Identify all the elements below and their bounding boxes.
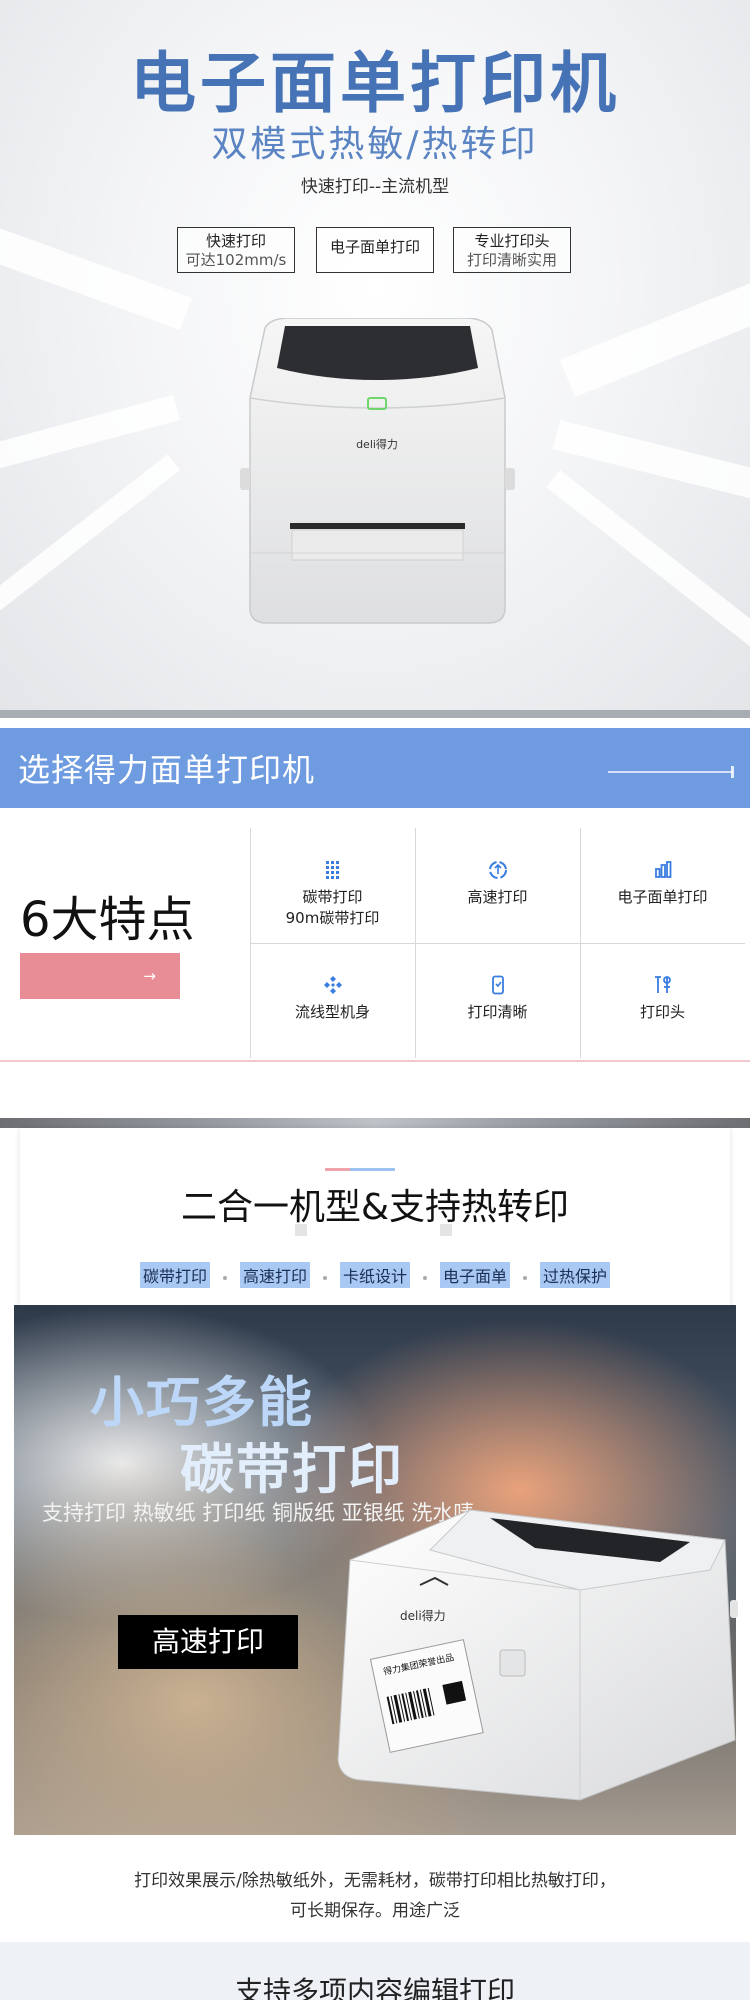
badge-line2: 可达102mm/s — [185, 251, 287, 269]
arrow-right-icon: → — [143, 967, 156, 985]
light-ray — [546, 470, 750, 715]
section-title: 二合一机型&支持热转印 — [180, 1187, 570, 1228]
description-line: 打印效果展示/除热敏纸外，无需耗材，碳带打印相比热敏打印， — [134, 1871, 616, 1891]
section-title: 支持多项内容编辑打印 — [234, 1975, 515, 2000]
print-description: 打印效果展示/除热敏纸外，无需耗材，碳带打印相比热敏打印， 可长期保存。用途广泛 — [0, 1866, 750, 1926]
features-heading: 6大特点 — [20, 892, 195, 948]
feature-tags: 碳带打印 高速打印 卡纸设计 电子面单 过热保护 — [0, 1262, 750, 1288]
light-ray — [560, 202, 750, 398]
brand-logo: deli得力 — [400, 1608, 446, 1623]
section-title: 选择得力面单打印机 — [18, 751, 316, 789]
feature-ribbon-print[interactable]: 碳带打印 90m碳带打印 — [250, 828, 415, 943]
decor-line-end — [731, 766, 734, 778]
light-ray — [552, 420, 750, 551]
feature-label: 高速打印 — [467, 888, 528, 906]
feature-label: 碳带打印 — [302, 888, 363, 906]
feature-print-head[interactable]: 打印头 — [580, 943, 745, 1058]
printer-image: deli得力 — [240, 318, 515, 624]
section-top-bar — [0, 1118, 750, 1128]
badge-waybill-print: 电子面单打印 — [316, 227, 434, 273]
brand-logo: deli得力 — [356, 438, 398, 451]
phone-clear-icon — [491, 975, 504, 995]
badge-fast-print: 快速打印 可达102mm/s — [177, 227, 295, 273]
high-speed-button[interactable]: 高速打印 — [118, 1615, 298, 1669]
feature-clear-print[interactable]: 打印清晰 — [415, 943, 580, 1058]
speed-recycle-icon — [488, 861, 507, 879]
feature-high-speed[interactable]: 高速打印 — [415, 828, 580, 943]
page-title: 电子面单打印机 — [130, 45, 620, 122]
feature-streamline[interactable]: 流线型机身 — [250, 943, 415, 1058]
tag: 碳带打印 — [139, 1262, 210, 1288]
badge-print-head: 专业打印头 打印清晰实用 — [453, 227, 571, 273]
dot-separator — [423, 1275, 427, 1280]
feature-label: 流线型机身 — [294, 1003, 370, 1021]
streamline-body-icon — [323, 976, 342, 994]
section-divider — [0, 1060, 750, 1062]
badge-line2: 打印清晰实用 — [466, 251, 557, 269]
feature-waybill[interactable]: 电子面单打印 — [580, 828, 745, 943]
dot-separator — [222, 1275, 227, 1280]
tag: 高速打印 — [239, 1262, 310, 1288]
tag: 过热保护 — [540, 1262, 611, 1288]
feature-label: 打印清晰 — [467, 1003, 528, 1021]
tag: 电子面单 — [440, 1262, 511, 1288]
feature-label: 电子面单打印 — [617, 888, 708, 906]
hero-tagline: 快速打印--主流机型 — [300, 177, 450, 197]
dot-separator — [523, 1275, 528, 1280]
printer-image: deli得力 得力集团荣誉出品 — [337, 1509, 738, 1801]
feature-label: 打印头 — [639, 1003, 685, 1021]
tag: 卡纸设计 — [339, 1262, 410, 1288]
ribbon-grid-icon — [325, 861, 339, 879]
dot-separator — [322, 1275, 327, 1280]
hero-divider — [0, 710, 750, 718]
description-line: 可长期保存。用途广泛 — [290, 1901, 460, 1921]
decor-line — [608, 771, 733, 773]
light-ray — [0, 394, 181, 519]
decor-line — [350, 1168, 395, 1171]
next-arrow-icon[interactable] — [440, 1224, 452, 1236]
features-more-button[interactable]: → — [20, 953, 180, 999]
badge-line1: 电子面单打印 — [329, 238, 420, 256]
badge-line1: 专业打印头 — [474, 232, 550, 250]
print-head-icon — [654, 976, 671, 993]
hero-subtitle: 双模式热敏/热转印 — [211, 124, 539, 165]
light-ray — [0, 454, 180, 692]
prev-arrow-icon[interactable] — [295, 1224, 307, 1236]
feature-sublabel: 90m碳带打印 — [285, 909, 380, 927]
badge-line1: 快速打印 — [205, 232, 266, 250]
bar-chart-icon — [654, 861, 671, 878]
features-grid: 碳带打印 90m碳带打印 高速打印 电子面单打印 流线型机身 打印清晰 打印头 — [250, 828, 745, 1058]
